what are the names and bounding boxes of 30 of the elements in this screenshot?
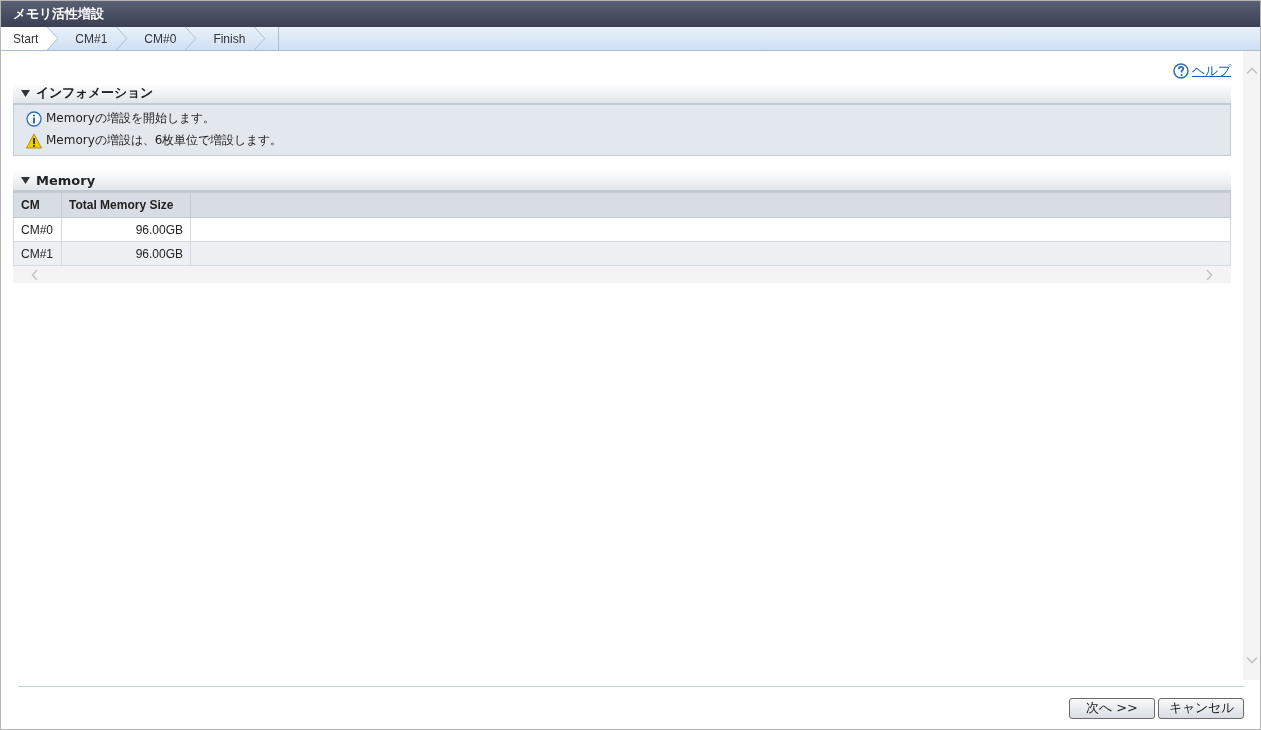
step-label: CM#0	[143, 30, 178, 48]
horizontal-scrollbar[interactable]	[13, 266, 1231, 283]
scroll-right-icon[interactable]	[1205, 268, 1213, 281]
message-text: Memoryの増設を開始します。	[46, 110, 215, 127]
table-cell: CM#1	[13, 241, 62, 266]
scroll-down-icon[interactable]	[1245, 656, 1258, 664]
dialog-button[interactable]: 次へ >>	[1069, 697, 1155, 719]
step-label: CM#1	[74, 30, 109, 48]
scroll-up-icon[interactable]	[1245, 67, 1258, 75]
section-header[interactable]: Memory	[13, 170, 1231, 192]
message-text: Memoryの増設は、6枚単位で増設します。	[46, 132, 283, 149]
vertical-scrollbar[interactable]	[1243, 51, 1260, 680]
help-link[interactable]: ヘルプ	[1192, 62, 1231, 80]
table-cell: 96.00GB	[61, 217, 191, 242]
collapse-icon	[21, 88, 30, 98]
column-header: CM	[13, 192, 62, 218]
column-header: Total Memory Size	[61, 192, 191, 218]
window-title: メモリ活性増設	[13, 5, 104, 23]
info-icon	[26, 110, 42, 127]
table-cell: CM#0	[13, 217, 62, 242]
collapse-icon	[21, 175, 30, 185]
section-title: インフォメーション	[36, 84, 153, 102]
dialog-button[interactable]: キャンセル	[1158, 697, 1244, 719]
section-title: Memory	[36, 172, 96, 188]
section-header[interactable]: インフォメーション	[13, 83, 1231, 105]
table-cell: 96.00GB	[61, 241, 191, 266]
help-icon	[1173, 63, 1189, 79]
warning-icon	[26, 132, 42, 149]
step-label: Finish	[212, 30, 247, 48]
scroll-left-icon[interactable]	[31, 268, 39, 281]
